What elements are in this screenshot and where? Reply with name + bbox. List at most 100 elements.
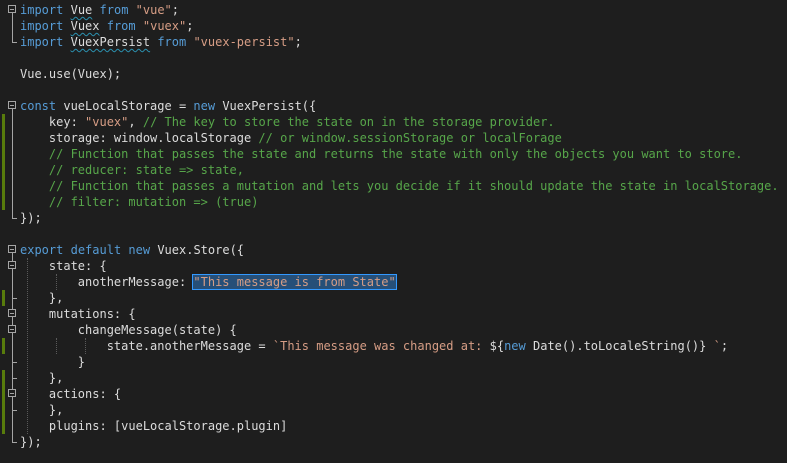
code-text[interactable]: // filter: mutation => (true) [20,194,259,210]
code-token: import [20,35,64,49]
code-token: ; [294,35,302,49]
code-text[interactable]: actions: { [20,386,121,402]
code-text[interactable]: Vue.use(Vuex); [20,66,121,82]
change-marker [2,338,5,354]
code-token: ; [171,3,180,17]
code-token: anotherMessage: [20,275,194,289]
code-text[interactable]: // Function that passes the state and re… [20,146,743,162]
collapse-toggle-icon[interactable] [8,389,16,397]
change-marker [2,290,5,306]
code-text[interactable]: storage: window.localStorage // or windo… [20,130,562,146]
code-line[interactable]: }); [0,434,787,450]
code-token: export [20,243,64,257]
collapse-toggle-icon[interactable] [8,309,16,317]
code-text[interactable]: state: { [20,258,107,274]
code-token: const [20,99,57,113]
code-line[interactable]: import Vuex from "vuex"; [0,18,787,34]
code-line[interactable]: const vueLocalStorage = new VuexPersist(… [0,98,787,114]
change-marker [2,114,5,210]
code-text[interactable]: anotherMessage: "This message is from St… [20,274,397,290]
code-token: Date().toLocaleString() [525,339,700,353]
code-text[interactable]: import Vuex from "vuex"; [20,18,193,34]
code-text[interactable]: } [20,354,85,370]
fold-outline-end [12,362,17,363]
collapse-toggle-icon[interactable] [8,245,16,253]
change-marker [2,370,5,434]
code-text[interactable]: import VuexPersist from "vuex-persist"; [20,34,302,50]
code-text[interactable]: plugins: [vueLocalStorage.plugin] [20,418,287,434]
code-token: import [20,19,64,33]
indent-guide [56,274,57,290]
code-line[interactable]: }); [0,210,787,226]
collapse-toggle-icon[interactable] [8,5,16,13]
code-token: default [70,243,122,257]
code-text[interactable]: export default new Vuex.Store({ [20,242,244,258]
collapse-toggle-icon[interactable] [8,261,16,269]
code-line[interactable]: } [0,354,787,370]
fold-outline [12,397,13,410]
code-line[interactable]: changeMessage(state) { [0,322,787,338]
code-token: vueLocalStorage = [56,99,194,113]
code-text[interactable]: mutations: { [20,306,136,322]
code-line[interactable]: state.anotherMessage = `This message was… [0,338,787,354]
code-token: new [504,339,526,353]
code-text[interactable]: key: "vuex", // The key to store the sta… [20,114,555,130]
code-token: // reducer: state => state, [20,163,244,177]
code-line[interactable]: actions: { [0,386,787,402]
code-line[interactable]: mutations: { [0,306,787,322]
code-line[interactable]: // filter: mutation => (true) [0,194,787,210]
code-line[interactable]: key: "vuex", // The key to store the sta… [0,114,787,130]
code-line[interactable]: plugins: [vueLocalStorage.plugin] [0,418,787,434]
code-line[interactable]: anotherMessage: "This message is from St… [0,274,787,290]
code-token: from [106,19,136,33]
code-token: key: [20,115,86,129]
code-line[interactable] [0,50,787,66]
code-token: Vuex.Store({ [150,243,245,257]
code-text[interactable]: state.anotherMessage = `This message was… [20,338,728,354]
collapse-toggle-icon[interactable] [8,101,16,109]
code-token: ; [186,19,194,33]
code-text[interactable]: import Vue from "vue"; [20,2,179,18]
indent-guide [56,338,57,354]
code-line[interactable]: // Function that passes the state and re… [0,146,787,162]
code-token: plugins: [vueLocalStorage.plugin] [20,419,288,433]
code-token: VuexPersist [70,35,151,49]
code-line[interactable] [0,226,787,242]
code-line[interactable]: state: { [0,258,787,274]
code-line[interactable]: import Vue from "vue"; [0,2,787,18]
collapse-toggle-icon[interactable] [8,325,16,333]
code-token: ; [720,339,729,353]
code-editor[interactable]: import Vue from "vue"; import Vuex from "… [0,0,787,463]
code-token: // The key to store the state on in the … [142,115,555,129]
code-token: // Function that passes a mutation and l… [20,179,779,193]
code-token: "vuex-persist" [193,35,295,49]
code-text[interactable]: // Function that passes a mutation and l… [20,178,779,194]
code-token: mutations: { [20,307,136,321]
code-token: Vuex [70,19,100,33]
code-text[interactable]: const vueLocalStorage = new VuexPersist(… [20,98,316,114]
code-line[interactable] [0,82,787,98]
code-token: changeMessage(state) { [20,323,237,337]
selected-text: "This message is from State" [192,274,397,290]
code-line[interactable]: Vue.use(Vuex); [0,66,787,82]
code-line[interactable]: storage: window.localStorage // or windo… [0,130,787,146]
code-text[interactable]: // reducer: state => state, [20,162,244,178]
code-line[interactable]: // reducer: state => state, [0,162,787,178]
code-token: storage: window.localStorage [20,131,259,145]
code-line[interactable]: }, [0,290,787,306]
code-text[interactable]: }); [20,210,42,226]
code-line[interactable]: }, [0,402,787,418]
code-line[interactable]: }, [0,370,787,386]
fold-outline-end [12,410,17,411]
code-line[interactable]: export default new Vuex.Store({ [0,242,787,258]
code-token: "vuex" [142,19,187,33]
code-token: // Function that passes the state and re… [20,147,743,161]
code-line[interactable]: import VuexPersist from "vuex-persist"; [0,34,787,50]
code-text[interactable]: changeMessage(state) { [20,322,237,338]
code-line[interactable]: // Function that passes a mutation and l… [0,178,787,194]
code-text[interactable]: }); [20,434,42,450]
